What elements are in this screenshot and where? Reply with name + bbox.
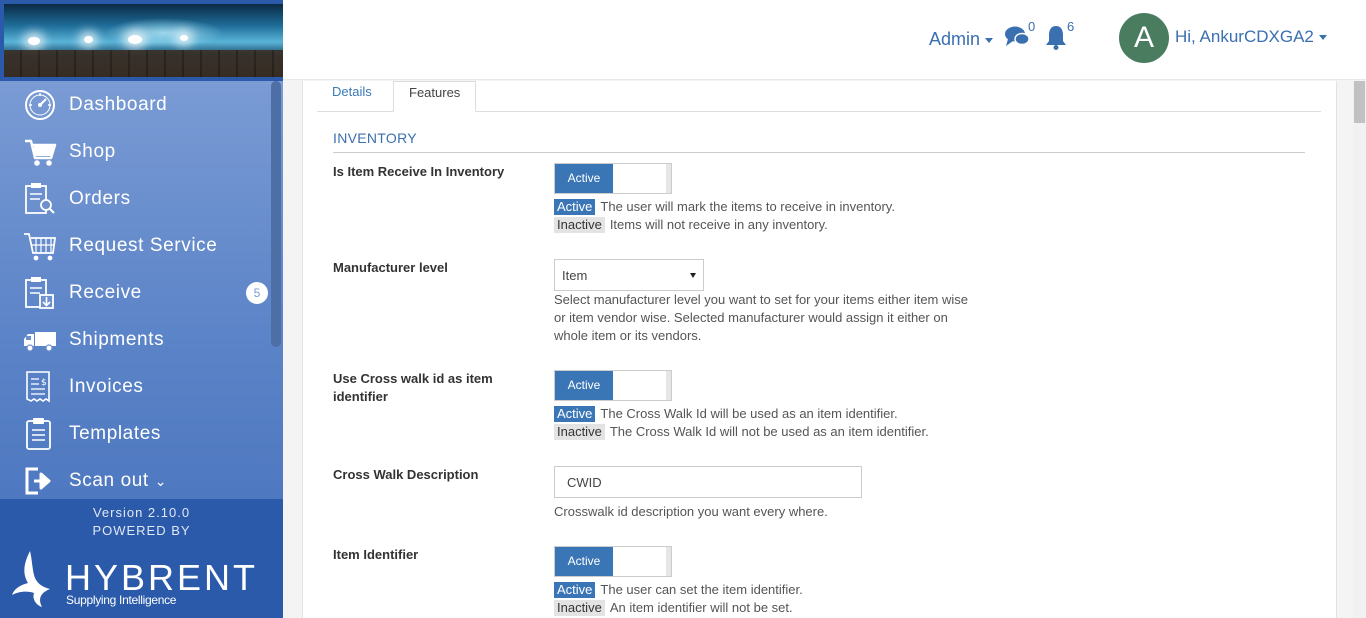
admin-dropdown[interactable]: Admin [929,29,994,50]
sidebar-item-receive[interactable]: Receive 5 [0,269,270,316]
caret-down-icon [1318,35,1327,41]
toggle-on-label: Active [555,547,613,576]
chat-count: 0 [1028,19,1036,34]
sidebar-item-label: Request Service [69,235,218,256]
inactive-tag: Inactive [554,217,605,233]
sidebar-item-label: Orders [69,188,131,209]
features-panel: Details Features INVENTORY Is Item Recei… [302,81,1337,618]
item-identifier-label: Item Identifier [333,547,419,562]
receive-icon [25,277,54,309]
orders-icon [25,183,55,214]
powered-by-label: POWERED BY [92,523,191,538]
sidebar-menu: Dashboard Shop Orders Request Service Re… [0,81,283,499]
item-receive-label: Is Item Receive In Inventory [333,164,505,179]
brand-tagline: Supplying Intelligence [66,593,177,607]
manufacturer-level-label: Manufacturer level [333,260,448,275]
sidebar-item-label: Shipments [69,329,165,350]
toggle-handle [666,164,671,193]
invoice-icon: $ [26,371,50,403]
sidebar-item-invoices[interactable]: $ Invoices [0,363,270,410]
user-dropdown[interactable]: Hi, AnkurCDXGA2 [1175,27,1327,47]
sidebar-item-label: Templates [69,423,161,444]
sidebar-scrollbar[interactable] [271,81,281,347]
sidebar-item-label: Shop [69,141,116,162]
request-service-icon [24,233,57,261]
truck-icon [24,332,56,352]
sidebar-item-label: Receive [69,282,142,303]
sidebar-item-templates[interactable]: Templates [0,410,270,457]
company-logo[interactable] [4,4,283,77]
hybrent-bird-icon [12,551,50,607]
item-identifier-inactive-help: Inactive An item identifier will not be s… [554,599,793,617]
bell-icon[interactable] [1044,24,1068,50]
section-divider [333,152,1305,153]
toggle-handle [666,547,671,576]
sidebar-item-shop[interactable]: Shop [0,128,270,175]
active-tag: Active [554,199,596,215]
logo-glow [104,18,224,48]
manufacturer-level-help: Select manufacturer level you want to se… [554,292,969,343]
dashboard-icon [25,90,55,120]
app-version: Version 2.10.0 [92,505,191,520]
svg-text:$: $ [41,378,47,388]
caret-down-icon [985,37,994,43]
active-tag: Active [554,406,596,422]
logo-light [128,35,142,44]
sidebar-footer: Version 2.10.0 POWERED BY HYBRENT Supply… [0,499,283,618]
tab-details[interactable]: Details [317,81,387,112]
sidebar-item-shipments[interactable]: Shipments [0,316,270,363]
sidebar-item-request-service[interactable]: Request Service [0,222,270,269]
top-header: Admin 0 6 A Hi, AnkurCDXGA2 [283,0,1366,80]
caret-down-icon [690,273,696,278]
cart-icon [25,139,57,166]
cross-walk-label: Use Cross walk id as item identifier [333,371,493,404]
item-receive-active-help: Active The user will mark the items to re… [554,198,895,216]
logo-light [180,35,188,41]
sidebar-item-label: Invoices [69,376,144,397]
cross-walk-active-help: Active The Cross Walk Id will be used as … [554,405,898,423]
inactive-tag: Inactive [554,600,605,616]
inactive-tag: Inactive [554,424,605,440]
active-tag: Active [554,582,596,598]
item-receive-toggle[interactable]: Active [554,163,672,194]
toggle-handle [666,371,671,400]
sidebar-item-scan-out[interactable]: Scan out ⌄ [0,457,270,499]
notification-count: 6 [1067,19,1075,34]
manufacturer-level-select[interactable]: Item [554,259,704,291]
sidebar-item-label: Scan out ⌄ [69,470,168,491]
chevron-down-icon: ⌄ [154,473,168,489]
cross-walk-description-help: Crosswalk id description you want every … [554,504,828,519]
item-receive-inactive-help: Inactive Items will not receive in any in… [554,216,828,234]
cross-walk-description-input[interactable] [554,466,862,498]
scan-out-icon [25,467,51,495]
cross-walk-toggle[interactable]: Active [554,370,672,401]
sidebar-item-label: Dashboard [69,94,168,115]
tab-features[interactable]: Features [393,81,476,112]
cross-walk-description-label: Cross Walk Description [333,467,479,482]
item-identifier-active-help: Active The user can set the item identifi… [554,581,803,599]
logo-boards [4,50,283,77]
receive-count-badge: 5 [246,282,268,304]
avatar[interactable]: A [1119,13,1169,63]
cross-walk-inactive-help: Inactive The Cross Walk Id will not be us… [554,423,929,441]
templates-icon [26,418,51,450]
toggle-on-label: Active [555,371,613,400]
sidebar: Dashboard Shop Orders Request Service Re… [0,0,283,618]
scrollbar-thumb[interactable] [1354,81,1365,123]
logo-light [84,36,93,43]
main-content: Details Features INVENTORY Is Item Recei… [283,81,1353,618]
item-identifier-toggle[interactable]: Active [554,546,672,577]
chat-icon[interactable] [1004,25,1030,49]
toggle-on-label: Active [555,164,613,193]
logo-light [28,37,40,45]
tab-bar: Details Features [317,81,1321,112]
sidebar-item-dashboard[interactable]: Dashboard [0,81,270,128]
page-scrollbar[interactable] [1353,81,1366,618]
sidebar-item-orders[interactable]: Orders [0,175,270,222]
section-title-inventory: INVENTORY [333,130,417,146]
